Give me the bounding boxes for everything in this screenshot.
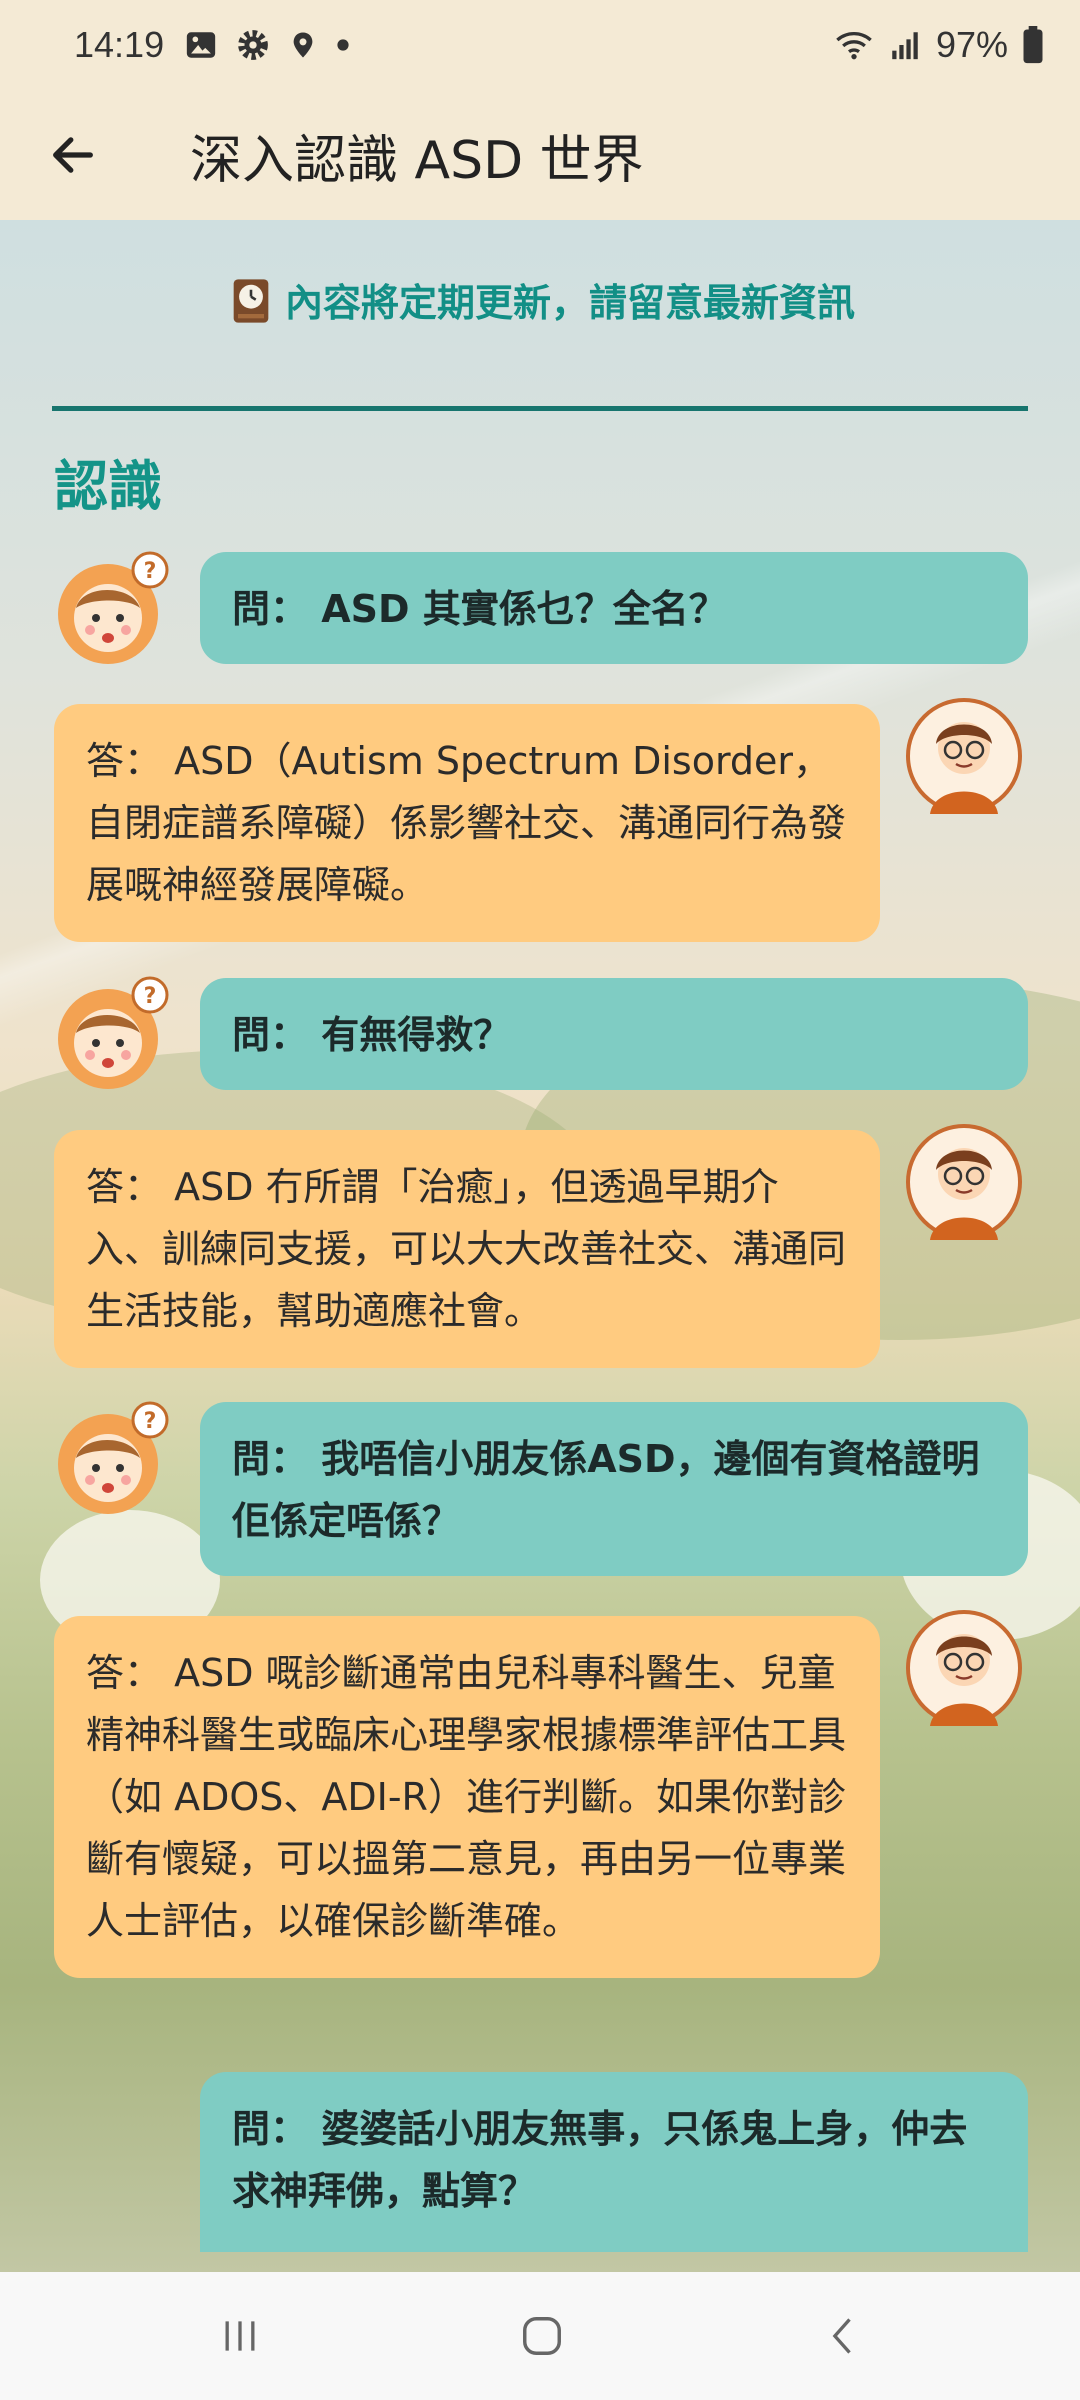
section-title: 認識 [54, 455, 162, 518]
child-question-avatar-icon: ? [52, 1400, 172, 1520]
signal-icon [892, 32, 918, 60]
status-time: 14:19 [74, 24, 165, 65]
status-bar: 14:19 97% [0, 0, 1080, 90]
battery-icon [1023, 26, 1043, 64]
answer-bubble: 答： ASD（Autism Spectrum Disorder，自閉症譜系障礙）… [54, 704, 880, 942]
home-button[interactable] [512, 2306, 572, 2366]
clock-icon [225, 275, 277, 336]
nav-back-button[interactable] [814, 2306, 874, 2366]
question-bubble: 問： 有無得救？ [200, 978, 1028, 1090]
wifi-icon [836, 32, 872, 60]
dot-icon [337, 39, 349, 51]
question-bubble: 問： 婆婆話小朋友無事，只係鬼上身，仲去求神拜佛，點算？ [200, 2072, 1028, 2252]
svg-text:?: ? [144, 1409, 157, 1434]
image-icon [186, 32, 216, 58]
system-nav-bar [0, 2272, 1080, 2400]
answer-bubble: 答： ASD 嘅診斷通常由兒科專科醫生、兒童精神科醫生或臨床心理學家根據標準評估… [54, 1616, 880, 1978]
recents-button[interactable] [210, 2306, 270, 2366]
back-button[interactable] [38, 120, 108, 190]
page-title: 深入認識 ASD 世界 [190, 131, 644, 191]
update-notice-text: 內容將定期更新，請留意最新資訊 [284, 281, 855, 325]
child-question-avatar-icon: ? [52, 550, 172, 670]
update-notice: 內容將定期更新，請留意最新資訊 [0, 272, 1080, 336]
child-question-avatar-icon: ? [52, 975, 172, 1095]
svg-text:?: ? [144, 984, 157, 1009]
status-right: 97% [834, 24, 1044, 66]
question-bubble: 問： 我唔信小朋友係ASD，邊個有資格證明佢係定唔係？ [200, 1402, 1028, 1576]
status-notification-icons [184, 28, 350, 62]
divider [52, 406, 1028, 411]
chevron-left-icon [832, 2318, 851, 2354]
content-scroll-area[interactable]: 內容將定期更新，請留意最新資訊 認識 ? 問： ASD 其實係乜？全名？ 答： … [0, 220, 1080, 2272]
app-bar: 深入認識 ASD 世界 [0, 90, 1080, 220]
recents-icon [225, 2321, 255, 2351]
doctor-avatar-icon [904, 1608, 1024, 1728]
arrow-left-icon [53, 137, 93, 173]
home-icon [523, 2317, 561, 2355]
question-bubble: 問： ASD 其實係乜？全名？ [200, 552, 1028, 664]
answer-bubble: 答： ASD 冇所謂「治癒」，但透過早期介入、訓練同支援，可以大大改善社交、溝通… [54, 1130, 880, 1368]
doctor-avatar-icon [904, 1122, 1024, 1242]
battery-percent: 97% [935, 24, 1008, 65]
location-icon [293, 32, 313, 58]
gear-icon [238, 30, 268, 60]
svg-text:?: ? [144, 559, 157, 584]
doctor-avatar-icon [904, 696, 1024, 816]
